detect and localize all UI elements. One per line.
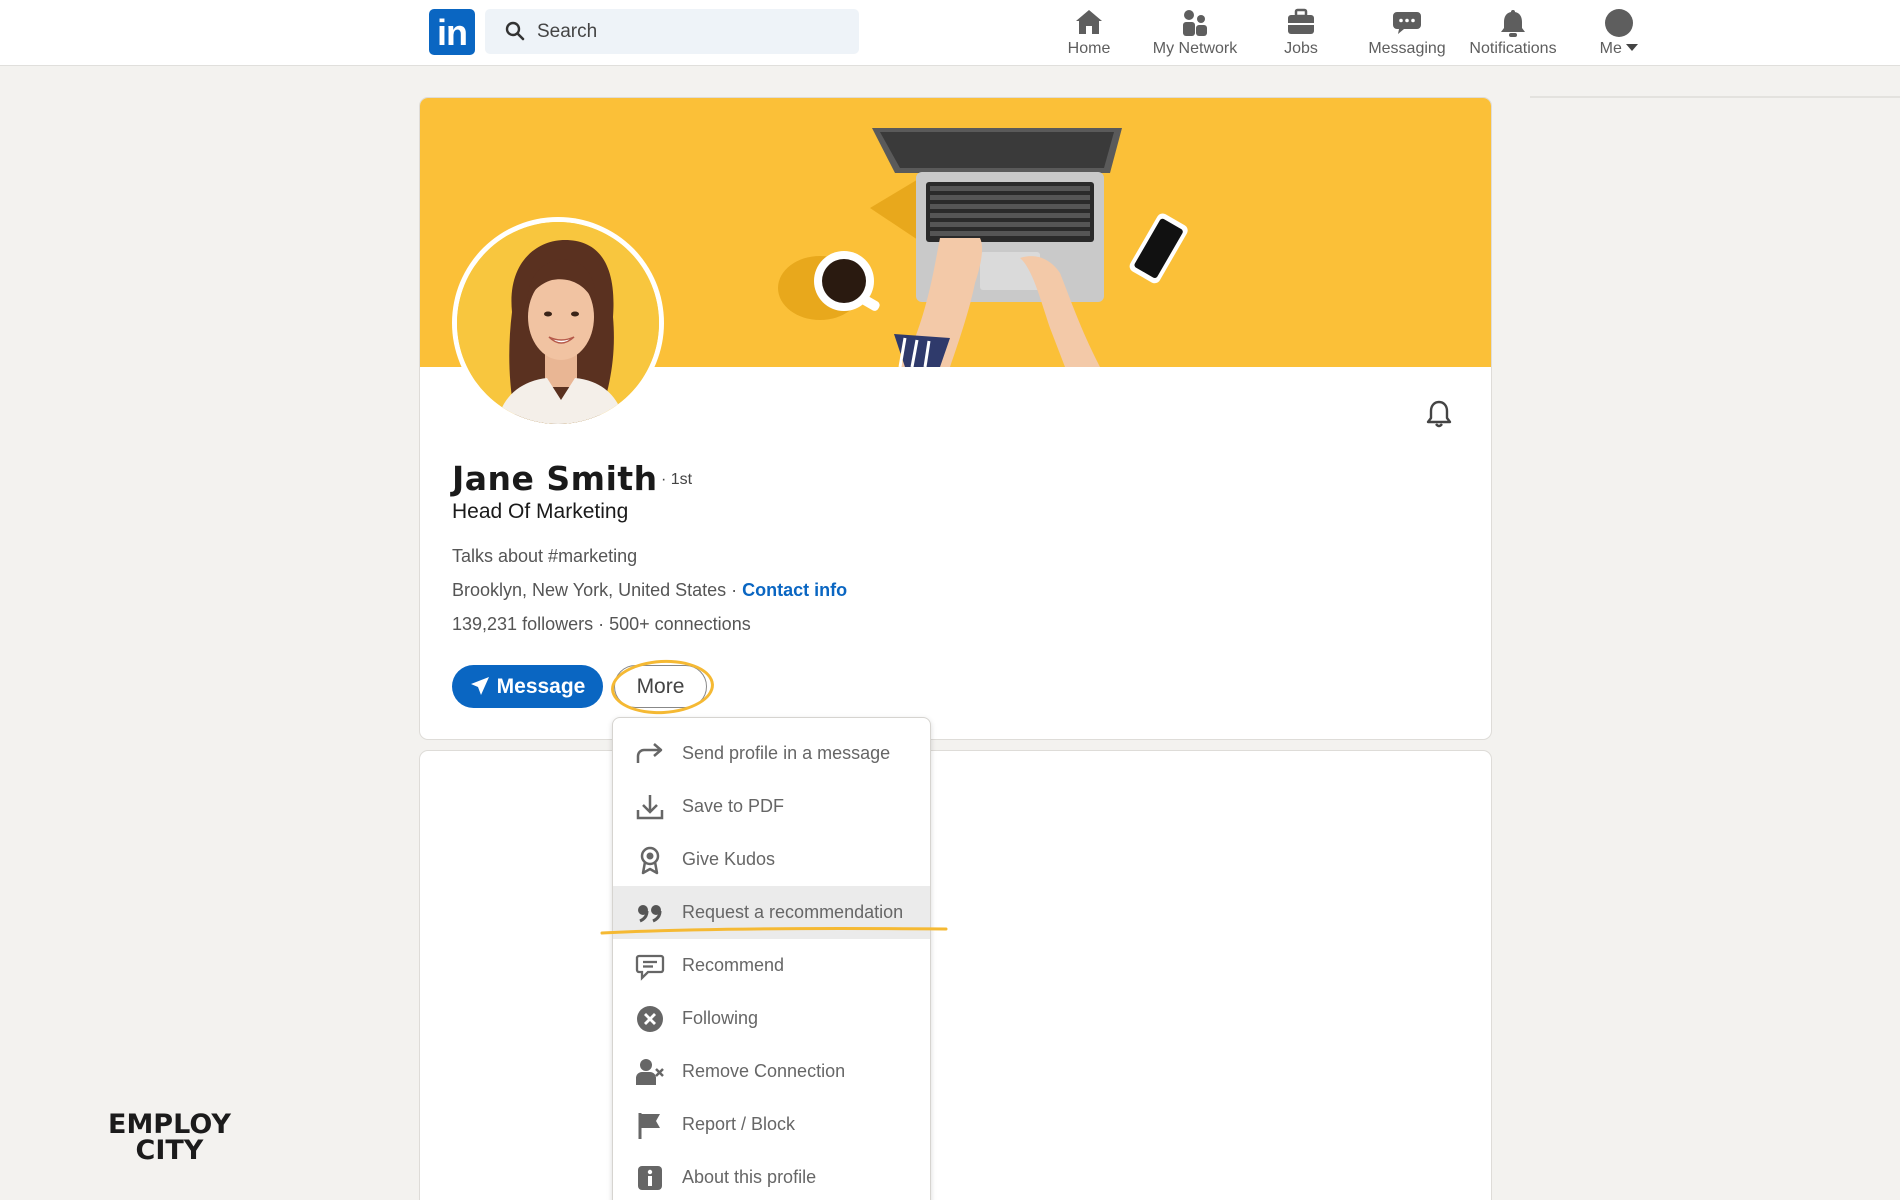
menu-item-remove-connection[interactable]: Remove Connection bbox=[613, 1045, 930, 1098]
top-navigation: in Home My Network Jobs Messaging bbox=[0, 0, 1900, 66]
quote-icon bbox=[638, 905, 662, 923]
search-input[interactable] bbox=[537, 9, 837, 54]
secondary-card bbox=[419, 750, 1492, 1200]
divider bbox=[1530, 96, 1900, 98]
profile-photo[interactable] bbox=[452, 217, 664, 429]
chat-icon bbox=[1352, 6, 1462, 38]
search-bar[interactable] bbox=[485, 9, 859, 54]
nav-notifications[interactable]: Notifications bbox=[1458, 6, 1568, 62]
menu-item-label: Save to PDF bbox=[682, 796, 785, 816]
talks-about: Talks about #marketing bbox=[452, 546, 638, 566]
message-button-label: Message bbox=[496, 674, 586, 698]
nav-my-network-label: My Network bbox=[1152, 40, 1238, 57]
network-icon bbox=[1140, 6, 1250, 38]
connections-count: · 500+ connections bbox=[593, 614, 751, 634]
profile-name: Jane Smith bbox=[452, 459, 658, 498]
menu-item-request-recommendation[interactable]: Request a recommendation bbox=[613, 886, 930, 939]
profile-card: Jane Smith · 1st Head Of Marketing Talks… bbox=[419, 97, 1492, 740]
followers-count: 139,231 followers bbox=[452, 614, 594, 634]
award-icon bbox=[640, 846, 660, 875]
nav-messaging[interactable]: Messaging bbox=[1352, 6, 1462, 62]
nav-messaging-label: Messaging bbox=[1368, 40, 1446, 57]
share-arrow-icon bbox=[636, 743, 663, 763]
profile-headline: Head Of Marketing bbox=[452, 500, 629, 523]
nav-jobs[interactable]: Jobs bbox=[1246, 6, 1356, 62]
nav-home-label: Home bbox=[1067, 40, 1111, 57]
nav-notifications-label: Notifications bbox=[1469, 40, 1557, 57]
profile-stats: 139,231 followers · 500+ connections bbox=[452, 614, 751, 635]
info-icon bbox=[638, 1166, 662, 1190]
menu-item-following[interactable]: Following bbox=[613, 992, 930, 1045]
x-circle-icon bbox=[637, 1006, 663, 1032]
menu-item-label: Give Kudos bbox=[682, 849, 776, 869]
linkedin-logo[interactable]: in bbox=[429, 9, 475, 55]
location-separator: · bbox=[726, 580, 743, 600]
menu-item-label: About this profile bbox=[682, 1167, 817, 1187]
menu-item-recommend[interactable]: Recommend bbox=[613, 939, 930, 992]
message-button[interactable]: Message bbox=[452, 665, 603, 708]
briefcase-icon bbox=[1246, 6, 1356, 38]
send-icon bbox=[470, 676, 489, 695]
menu-item-label: Recommend bbox=[682, 955, 785, 975]
more-button[interactable]: More bbox=[614, 665, 707, 708]
remove-person-icon bbox=[636, 1059, 664, 1085]
employ-city-watermark: EMPLOY CITY bbox=[108, 1111, 231, 1166]
speech-bubble-icon bbox=[635, 954, 665, 981]
menu-item-label: Report / Block bbox=[682, 1114, 796, 1134]
menu-item-give-kudos[interactable]: Give Kudos bbox=[613, 833, 930, 886]
nav-home[interactable]: Home bbox=[1034, 6, 1144, 62]
bell-icon bbox=[1458, 6, 1568, 38]
bell-outline-icon bbox=[1426, 400, 1452, 428]
connection-degree: · 1st bbox=[661, 471, 693, 488]
menu-item-send-profile[interactable]: Send profile in a message bbox=[613, 727, 930, 780]
menu-item-label: Send profile in a message bbox=[682, 743, 891, 763]
caret-down-icon bbox=[1626, 44, 1639, 51]
profile-photo-image bbox=[457, 222, 659, 424]
home-icon bbox=[1034, 6, 1144, 38]
watermark-line-2: CITY bbox=[135, 1135, 204, 1166]
nav-jobs-label: Jobs bbox=[1284, 40, 1318, 57]
menu-item-label: Remove Connection bbox=[682, 1061, 846, 1081]
location-text: Brooklyn, New York, United States bbox=[452, 580, 727, 600]
more-dropdown-menu: Send profile in a message Save to PDF Gi… bbox=[612, 717, 931, 1200]
menu-item-about-profile[interactable]: About this profile bbox=[613, 1151, 930, 1200]
menu-item-save-pdf[interactable]: Save to PDF bbox=[613, 780, 930, 833]
avatar-icon bbox=[1564, 6, 1674, 38]
search-icon bbox=[505, 21, 525, 41]
profile-location: Brooklyn, New York, United States · Cont… bbox=[452, 580, 847, 601]
nav-me-label: Me bbox=[1564, 40, 1674, 58]
nav-my-network[interactable]: My Network bbox=[1140, 6, 1250, 62]
menu-item-label: Request a recommendation bbox=[682, 902, 904, 922]
menu-item-label: Following bbox=[682, 1008, 759, 1028]
nav-me[interactable]: Me bbox=[1564, 6, 1674, 62]
menu-item-report-block[interactable]: Report / Block bbox=[613, 1098, 930, 1151]
flag-icon bbox=[638, 1113, 660, 1139]
contact-info-link[interactable]: Contact info bbox=[742, 580, 847, 600]
download-icon bbox=[636, 795, 664, 820]
follow-bell-button[interactable] bbox=[1423, 398, 1459, 434]
